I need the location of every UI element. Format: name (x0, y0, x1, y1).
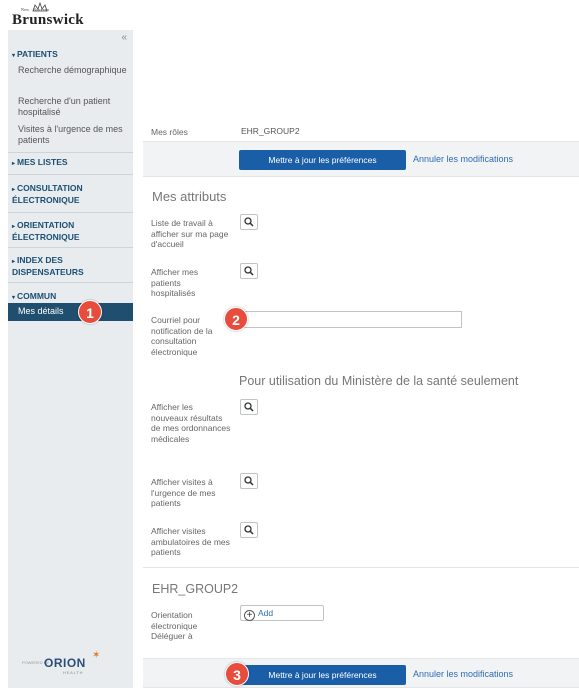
logo: New · Nouveau Brunswick (10, 2, 130, 32)
main-content: Mes rôles EHR_GROUP2 Mettre à jour les p… (143, 30, 579, 688)
nav-divider (8, 152, 133, 153)
nav-section-common[interactable]: ▾ COMMUN (12, 291, 56, 303)
plus-circle-icon: + (244, 610, 255, 621)
action-bar-top: Mettre à jour les préférences Annuler le… (143, 141, 579, 177)
nav-section-provider-index[interactable]: ▸ INDEX DES DISPENSATEURS (12, 255, 122, 277)
nav-section-my-lists[interactable]: ▸ MES LISTES (12, 157, 68, 169)
ambulatory-visits-label: Afficher visites ambulatoires de mes pat… (151, 526, 230, 557)
step-badge-1: 1 (78, 300, 102, 324)
ministry-title: Pour utilisation du Ministère de la sant… (239, 374, 519, 388)
caret-right-icon: ▸ (12, 161, 16, 167)
nav-item-er-visits[interactable]: Visites à l'urgence de mes patients (18, 124, 128, 145)
nav-divider (8, 247, 133, 248)
star-icon: ✶ (92, 650, 101, 661)
group-title: EHR_GROUP2 (152, 582, 239, 596)
caret-right-icon: ▸ (12, 259, 16, 265)
magnifier-icon (244, 525, 254, 535)
action-bar-bottom: Mettre à jour les préférences Annuler le… (143, 658, 579, 688)
magnifier-icon (244, 217, 254, 227)
magnifier-icon (244, 476, 254, 486)
nav-divider (8, 282, 133, 283)
new-results-label: Afficher les nouveaux résultats de mes o… (151, 402, 231, 444)
add-delegate-button[interactable]: + Add (240, 605, 324, 621)
nav-item-demographic-search[interactable]: Recherche démographique (18, 65, 128, 76)
magnifier-icon (244, 402, 254, 412)
nav-item-hospitalized-search[interactable]: Recherche d'un patient hospitalisé (18, 96, 128, 117)
logo-title: Brunswick (12, 12, 84, 28)
orion-logo: ORION (44, 656, 86, 670)
new-results-search-button[interactable] (240, 399, 258, 415)
ambulatory-visits-search-button[interactable] (240, 522, 258, 538)
nav-section-e-referral[interactable]: ▸ ORIENTATION ÉLECTRONIQUE (12, 220, 122, 242)
orion-health-label: HEALTH (63, 670, 84, 675)
worklist-label: Liste de travail à afficher sur ma page … (151, 218, 229, 249)
attributes-title: Mes attributs (152, 189, 227, 204)
caret-down-icon: ▾ (12, 53, 16, 59)
nav-item-label: Mes détails (18, 306, 64, 316)
collapse-sidebar-icon[interactable]: « (121, 32, 127, 43)
bottom-update-preferences-button[interactable]: Mettre à jour les préférences (239, 665, 406, 685)
nav-item-my-details[interactable]: Mes détails (8, 303, 133, 321)
er-visits-label: Afficher visites à l'urgence de mes pati… (151, 477, 216, 508)
bottom-cancel-changes-link[interactable]: Annuler les modifications (413, 669, 513, 679)
step-badge-3: 3 (225, 662, 249, 686)
nav-section-e-consultation[interactable]: ▸ CONSULTATION ÉLECTRONIQUE (12, 183, 122, 205)
nav-divider (8, 174, 133, 175)
cancel-changes-link[interactable]: Annuler les modifications (413, 154, 513, 164)
er-visits-search-button[interactable] (240, 473, 258, 489)
caret-down-icon: ▾ (12, 295, 16, 301)
magnifier-icon (244, 266, 254, 276)
step-badge-2: 2 (224, 307, 248, 331)
caret-right-icon: ▸ (12, 224, 16, 230)
hospitalized-label: Afficher mes patients hospitalisés (151, 267, 199, 298)
update-preferences-button[interactable]: Mettre à jour les préférences (239, 150, 406, 170)
nav-divider (8, 212, 133, 213)
nav-section-patients[interactable]: ▾ PATIENTS (12, 49, 58, 61)
roles-value: EHR_GROUP2 (241, 126, 300, 136)
caret-right-icon: ▸ (12, 187, 16, 193)
sidebar: « ▾ PATIENTS Recherche démographique Rech… (8, 30, 133, 688)
worklist-search-button[interactable] (240, 214, 258, 230)
hospitalized-search-button[interactable] (240, 263, 258, 279)
email-notification-input[interactable] (240, 311, 462, 328)
delegate-label: Orientation électronique Déléguer à (151, 610, 198, 641)
roles-label: Mes rôles (151, 127, 188, 137)
